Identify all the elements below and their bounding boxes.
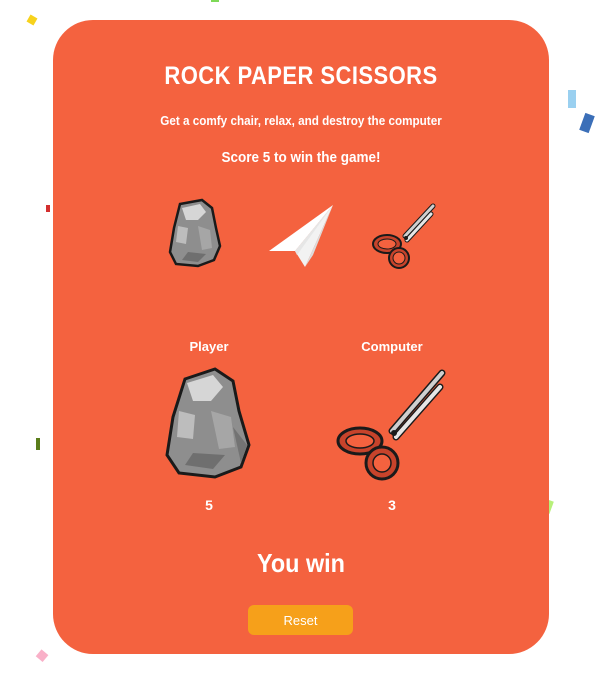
confetti-piece [568,90,576,108]
rock-icon [165,367,251,479]
confetti-piece [46,205,50,212]
scissors-icon [336,369,446,481]
confetti-piece [579,112,595,134]
result-text: You win [257,548,345,578]
confetti-piece [211,0,219,2]
paper-plane-icon [269,205,333,267]
rock-icon [168,198,222,268]
confetti-piece [26,14,38,26]
game-card: ROCK PAPER SCISSORS Get a comfy chair, r… [53,20,549,654]
rock-button[interactable] [168,198,224,268]
goal-text: Score 5 to win the game! [221,149,381,166]
confetti-piece [36,438,40,450]
scissors-button[interactable] [371,200,437,270]
computer-selection [336,369,448,486]
subtitle: Get a comfy chair, relax, and destroy th… [160,113,442,128]
computer-label: Computer [361,339,423,354]
scissors-icon [372,203,436,269]
page-title: ROCK PAPER SCISSORS [164,62,438,90]
player-selection [163,367,255,484]
player-score: 5 [205,497,213,513]
reset-button[interactable]: Reset [248,605,353,635]
computer-score: 3 [388,497,396,513]
paper-button[interactable] [267,203,337,269]
player-label: Player [189,339,229,354]
confetti-piece [35,649,49,663]
